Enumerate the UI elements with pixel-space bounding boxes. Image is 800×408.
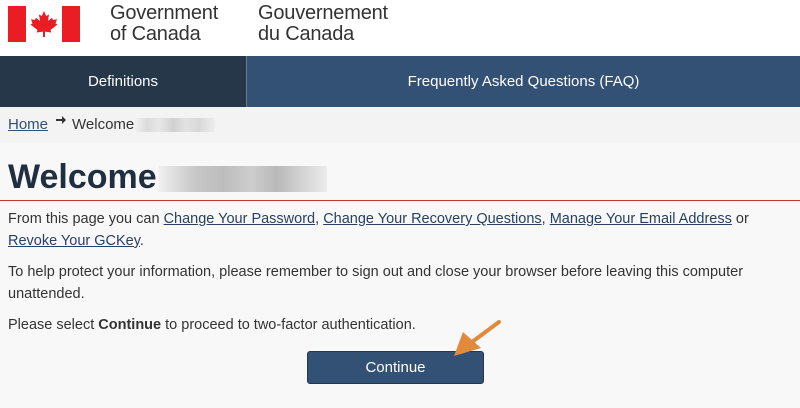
manage-email-link[interactable]: Manage Your Email Address xyxy=(550,211,732,227)
continue-button[interactable]: Continue xyxy=(307,351,484,384)
protect-info-paragraph: To help protect your information, please… xyxy=(8,264,744,302)
nav-item-faq[interactable]: Frequently Asked Questions (FAQ) xyxy=(247,56,800,107)
wordmark-french: Gouvernement du Canada xyxy=(258,3,388,45)
wordmark-english-line2: of Canada xyxy=(110,23,201,45)
page-title-text: Welcome xyxy=(8,158,157,196)
select-prefix: Please select xyxy=(8,317,99,333)
title-underline xyxy=(0,200,800,201)
breadcrumb: Home Welcome xyxy=(0,107,800,143)
canada-flag-icon xyxy=(8,6,80,42)
page-title: Welcome xyxy=(8,157,327,197)
change-recovery-questions-link[interactable]: Change Your Recovery Questions xyxy=(323,211,541,227)
breadcrumb-home-link[interactable]: Home xyxy=(8,116,48,133)
select-bold-continue: Continue xyxy=(98,317,162,333)
intro-separator: or xyxy=(731,211,749,227)
select-suffix: to proceed to two-factor authentication. xyxy=(161,317,416,333)
revoke-gckey-link[interactable]: Revoke Your GCKey xyxy=(8,233,140,249)
intro-separator: , xyxy=(541,211,550,227)
breadcrumb-current: Welcome xyxy=(72,116,135,133)
redacted-username xyxy=(158,166,327,192)
nav-item-definitions[interactable]: Definitions xyxy=(0,56,247,107)
intro-paragraph: From this page you can Change Your Passw… xyxy=(8,208,788,252)
wordmark-french-line1: Gouvernement xyxy=(258,2,388,24)
change-password-link[interactable]: Change Your Password xyxy=(164,211,316,227)
redacted-username xyxy=(135,118,216,132)
intro-suffix: . xyxy=(139,233,144,249)
wordmark-english-line1: Government xyxy=(110,2,219,24)
main-nav: Definitions Frequently Asked Questions (… xyxy=(0,56,800,107)
select-continue-paragraph: Please select Continue to proceed to two… xyxy=(8,314,788,336)
wordmark-english: Government of Canada xyxy=(110,3,218,45)
right-arrow-icon xyxy=(56,116,67,124)
intro-prefix: From this page you can xyxy=(8,211,164,227)
intro-separator: , xyxy=(315,211,324,227)
wordmark-french-line2: du Canada xyxy=(258,23,355,45)
site-header: Government of Canada Gouvernement du Can… xyxy=(0,0,800,56)
